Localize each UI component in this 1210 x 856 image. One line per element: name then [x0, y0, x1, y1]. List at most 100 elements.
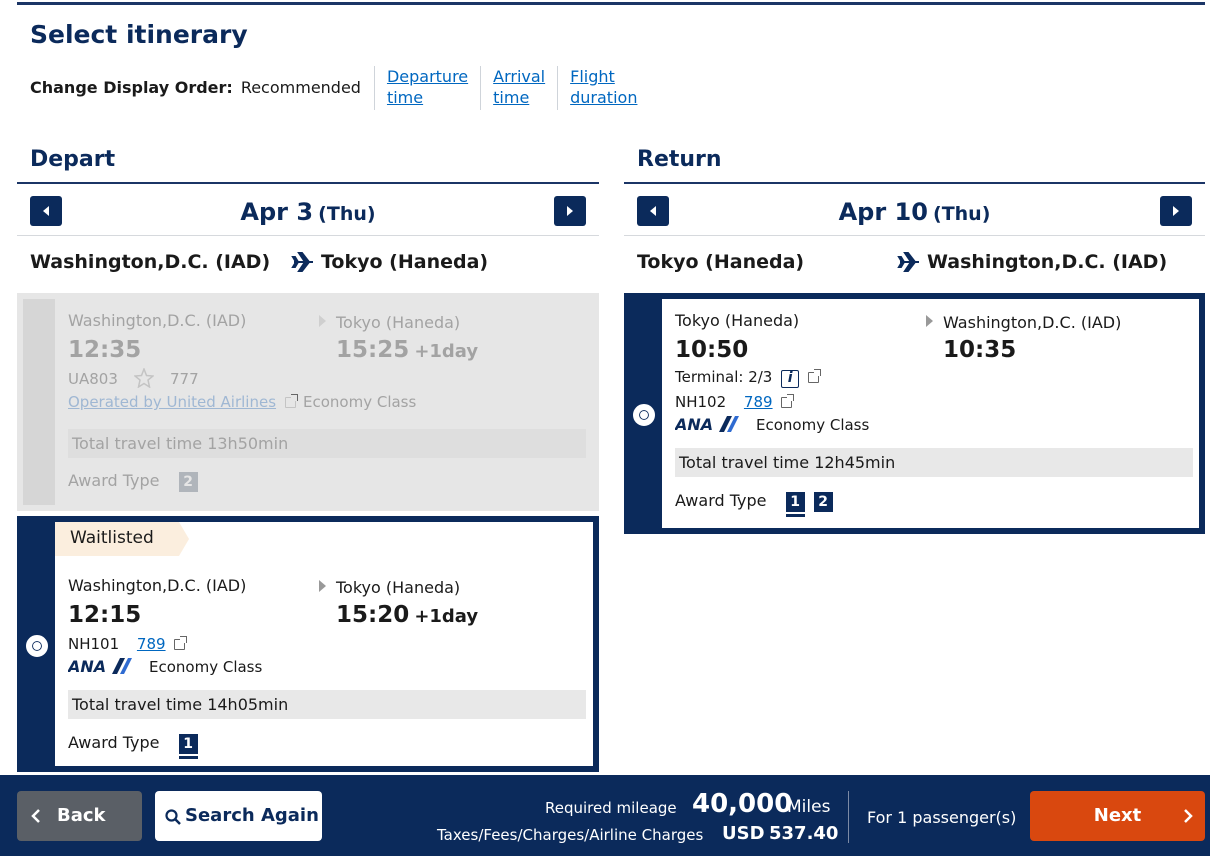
mileage-value: 40,000 — [692, 789, 793, 819]
top-rule — [17, 2, 1205, 5]
travel-time-bar: Total travel time 14h05min — [68, 690, 586, 719]
sort-link-line: Arrival — [493, 67, 546, 86]
taxes-value: 537.40 — [769, 823, 839, 844]
depart-date-bar: Apr 3 (Thu) — [17, 184, 599, 236]
return-route-from: Tokyo (Haneda) — [637, 251, 805, 273]
footer-divider — [848, 791, 849, 843]
flight-from-city: Washington,D.C. (IAD) — [68, 576, 247, 595]
award-type-badge[interactable]: 1 — [178, 734, 198, 759]
display-order-bar: Change Display Order: Recommended Depart… — [30, 66, 649, 110]
depart-date-dow: (Thu) — [318, 203, 376, 225]
next-label: Next — [1093, 805, 1142, 826]
flight-select-radio[interactable] — [633, 404, 655, 426]
flight-from-city: Tokyo (Haneda) — [675, 311, 800, 330]
depart-date: Apr 3 (Thu) — [17, 198, 599, 226]
cabin-class: Economy Class — [149, 658, 263, 676]
sort-arrival-time-link[interactable]: Arrival time — [480, 66, 557, 110]
sort-link-line: Flight — [570, 67, 615, 86]
return-date: Apr 10 (Thu) — [624, 198, 1205, 226]
external-link-icon — [284, 394, 298, 408]
chevron-right-icon — [1173, 206, 1179, 216]
depart-route-from: Washington,D.C. (IAD) — [30, 251, 271, 273]
waitlisted-badge: Waitlisted — [55, 522, 189, 556]
depart-flight-card-selected[interactable]: Waitlisted Washington,D.C. (IAD) 12:15 T… — [17, 516, 599, 772]
mileage-label: Required mileage — [545, 799, 677, 817]
return-next-date-button[interactable] — [1160, 196, 1192, 226]
sort-departure-time-link[interactable]: Departure time — [373, 66, 480, 110]
svg-text:ANA: ANA — [68, 657, 106, 675]
display-order-current: Recommended — [240, 78, 361, 97]
return-column: Return Apr 10 (Thu) Tokyo (Haneda) Washi… — [624, 140, 1205, 290]
airplane-icon — [291, 252, 313, 272]
operated-by-link[interactable]: Operated by United Airlines — [68, 393, 276, 411]
depart-date-value: Apr 3 — [240, 198, 314, 226]
flight-arr-offset: +1day — [414, 606, 479, 627]
flight-dep-time: 12:15 — [68, 602, 142, 628]
return-heading: Return — [624, 140, 1205, 184]
arrow-right-icon — [319, 580, 326, 592]
flight-number: NH102 — [675, 393, 727, 411]
mileage-unit: Miles — [787, 797, 831, 817]
depart-heading: Depart — [17, 140, 599, 184]
flight-from-city: Washington,D.C. (IAD) — [68, 311, 247, 330]
airplane-icon — [897, 252, 919, 272]
card-rail — [23, 299, 55, 505]
back-label: Back — [57, 805, 106, 826]
next-button[interactable]: Next — [1030, 791, 1205, 841]
aircraft-link[interactable]: 789 — [744, 393, 773, 411]
flight-to-city: Washington,D.C. (IAD) — [943, 313, 1122, 332]
award-type-label: Award Type — [68, 471, 160, 490]
flight-dep-time: 10:50 — [675, 337, 749, 363]
terminal-info: Terminal: 2/3 — [675, 368, 773, 386]
arrow-right-icon — [319, 315, 326, 327]
flight-arr-offset: +1day — [414, 341, 479, 362]
external-link-icon — [807, 369, 821, 383]
aircraft-link[interactable]: 789 — [137, 635, 166, 653]
chevron-right-icon — [567, 206, 573, 216]
sort-link-line: Departure — [386, 67, 469, 86]
flight-arr-time: 15:20 — [336, 602, 410, 628]
chevron-left-icon — [31, 809, 40, 823]
info-icon[interactable]: i — [781, 370, 800, 388]
flight-select-radio[interactable] — [26, 635, 48, 657]
award-type-label: Award Type — [675, 491, 767, 510]
return-route-to: Washington,D.C. (IAD) — [927, 251, 1168, 273]
return-date-value: Apr 10 — [838, 198, 928, 226]
travel-time-bar: Total travel time 12h45min — [675, 448, 1193, 477]
award-type-badge[interactable]: 2 — [813, 492, 833, 512]
external-link-icon — [781, 394, 795, 408]
travel-time-bar: Total travel time 13h50min — [68, 429, 586, 458]
flight-number: NH101 — [68, 635, 120, 653]
search-icon — [165, 809, 181, 825]
cabin-class: Economy Class — [303, 393, 417, 411]
award-type-badge: 2 — [178, 472, 198, 492]
aircraft-type: 777 — [170, 370, 199, 388]
award-type-badge[interactable]: 1 — [785, 492, 805, 517]
arrow-right-icon — [926, 315, 933, 327]
return-route: Tokyo (Haneda) Washington,D.C. (IAD) — [624, 236, 1205, 290]
back-button[interactable]: Back — [17, 791, 142, 841]
depart-route: Washington,D.C. (IAD) Tokyo (Haneda) — [17, 236, 599, 290]
depart-flight-card-unavailable: Washington,D.C. (IAD) 12:35 Tokyo (Haned… — [17, 293, 599, 511]
depart-column: Depart Apr 3 (Thu) Washington,D.C. (IAD)… — [17, 140, 599, 290]
chevron-right-icon — [1184, 809, 1193, 823]
sort-link-line: time — [386, 88, 424, 107]
ana-logo-icon: ANA — [68, 657, 132, 675]
taxes-currency: USD — [722, 823, 765, 844]
depart-next-date-button[interactable] — [554, 196, 586, 226]
search-again-button[interactable]: Search Again — [155, 791, 322, 841]
flight-dep-time: 12:35 — [68, 337, 142, 363]
sort-flight-duration-link[interactable]: Flight duration — [557, 66, 649, 110]
search-again-label: Search Again — [185, 805, 319, 826]
return-date-bar: Apr 10 (Thu) — [624, 184, 1205, 236]
svg-text:ANA: ANA — [675, 415, 713, 433]
return-flight-card-selected[interactable]: Tokyo (Haneda) 10:50 Washington,D.C. (IA… — [624, 293, 1205, 534]
award-type-label: Award Type — [68, 733, 160, 752]
sort-link-line: duration — [570, 88, 638, 107]
external-link-icon — [174, 636, 188, 650]
star-alliance-icon — [134, 368, 154, 388]
display-order-label: Change Display Order: — [30, 78, 233, 97]
flight-arr-time: 10:35 — [943, 337, 1017, 363]
sort-link-line: time — [493, 88, 530, 107]
flight-number: UA803 — [68, 370, 118, 388]
